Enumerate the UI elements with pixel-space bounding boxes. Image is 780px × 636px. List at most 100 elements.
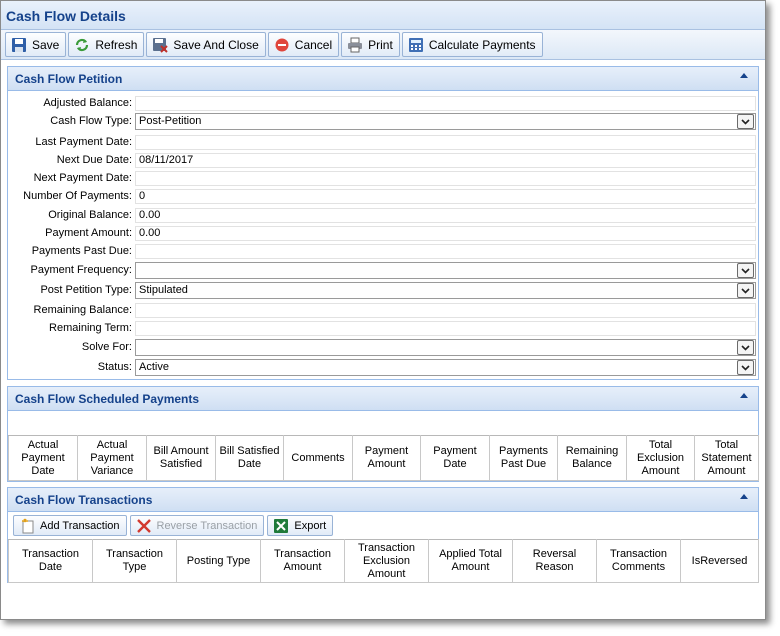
transactions-grid: Transaction Date Transaction Type Postin… [8, 539, 759, 583]
column-header[interactable]: Transaction Amount [260, 539, 345, 583]
column-header[interactable]: Payment Amount [352, 435, 421, 481]
reverse-transaction-button[interactable]: Reverse Transaction [129, 515, 265, 536]
payments-past-due-row: Payments Past Due: [8, 244, 758, 260]
scheduled-panel-header[interactable]: Cash Flow Scheduled Payments [8, 387, 758, 411]
remaining-term-row: Remaining Term: [8, 321, 758, 337]
number-of-payments-label: Number Of Payments: [23, 190, 132, 202]
scheduled-payments-grid: Actual Payment Date Actual Payment Varia… [8, 435, 759, 481]
column-header[interactable]: Actual Payment Date [8, 435, 78, 481]
next-payment-date-row: Next Payment Date: [8, 171, 758, 187]
save-icon [11, 37, 27, 53]
cash-flow-type-select[interactable]: Post-Petition [135, 113, 756, 130]
refresh-button[interactable]: Refresh [68, 32, 145, 57]
printer-icon [347, 37, 363, 53]
save-and-close-label: Save And Close [173, 37, 259, 52]
column-header[interactable]: Remaining Balance [557, 435, 627, 481]
payments-past-due-label: Payments Past Due: [31, 245, 132, 257]
column-header[interactable]: Payment Date [420, 435, 490, 481]
solve-for-label: Solve For: [81, 341, 132, 353]
status-value: Active [139, 361, 169, 373]
payment-amount-row: Payment Amount: 0.00 [8, 226, 758, 242]
chevron-down-icon[interactable] [737, 340, 754, 355]
chevron-down-icon[interactable] [737, 114, 754, 129]
remaining-balance-label: Remaining Balance: [33, 304, 132, 316]
next-payment-date-label: Next Payment Date: [33, 172, 132, 184]
cash-flow-details-window: Cash Flow Details Save Refresh Save And … [0, 0, 766, 620]
original-balance-row: Original Balance: 0.00 [8, 208, 758, 224]
export-button[interactable]: Export [267, 515, 334, 536]
payments-past-due-field[interactable] [135, 244, 756, 259]
adjusted-balance-field[interactable] [135, 96, 756, 111]
chevron-down-icon[interactable] [737, 360, 754, 375]
reverse-transaction-label: Reverse Transaction [156, 519, 258, 532]
petition-panel-title: Cash Flow Petition [15, 72, 123, 86]
next-due-date-label: Next Due Date: [56, 154, 132, 166]
column-header[interactable]: Total Exclusion Amount [626, 435, 695, 481]
chevron-down-icon[interactable] [737, 263, 754, 278]
solve-for-row: Solve For: [8, 339, 758, 356]
refresh-icon [74, 37, 90, 53]
number-of-payments-row: Number Of Payments: 0 [8, 189, 758, 205]
calculator-icon [408, 37, 424, 53]
print-button[interactable]: Print [341, 32, 400, 57]
column-header[interactable]: Bill Amount Satisfied [146, 435, 216, 481]
payment-frequency-label: Payment Frequency: [30, 264, 133, 276]
add-transaction-icon [19, 518, 35, 534]
next-due-date-field[interactable]: 08/11/2017 [135, 153, 756, 168]
collapse-icon[interactable] [740, 393, 748, 398]
column-header[interactable]: Transaction Comments [596, 539, 681, 583]
status-row: Status: Active [8, 359, 758, 376]
column-header[interactable]: Payments Past Due [489, 435, 558, 481]
status-select[interactable]: Active [135, 359, 756, 376]
petition-panel-header[interactable]: Cash Flow Petition [8, 67, 758, 91]
post-petition-type-row: Post Petition Type: Stipulated [8, 282, 758, 299]
collapse-icon[interactable] [740, 73, 748, 78]
last-payment-date-label: Last Payment Date: [35, 136, 132, 148]
column-header[interactable]: Transaction Exclusion Amount [344, 539, 429, 583]
calculate-payments-button[interactable]: Calculate Payments [401, 32, 543, 57]
column-header[interactable]: Transaction Date [8, 539, 93, 583]
solve-for-select[interactable] [135, 339, 756, 356]
print-label: Print [368, 37, 393, 52]
cash-flow-type-row: Cash Flow Type: Post-Petition [8, 113, 758, 130]
payment-amount-label: Payment Amount: [45, 227, 132, 239]
add-transaction-button[interactable]: Add Transaction [13, 515, 127, 536]
scheduled-header-row: Actual Payment Date Actual Payment Varia… [8, 435, 759, 481]
save-close-icon [152, 37, 169, 53]
cash-flow-type-value: Post-Petition [139, 115, 202, 127]
chevron-down-icon[interactable] [737, 283, 754, 298]
cancel-label: Cancel [294, 37, 333, 52]
cash-flow-transactions-panel: Cash Flow Transactions Add Transaction R… [7, 487, 759, 583]
window-title: Cash Flow Details [1, 1, 765, 30]
column-header[interactable]: Reversal Reason [512, 539, 597, 583]
column-header[interactable]: IsReversed [680, 539, 759, 583]
column-header[interactable]: Posting Type [176, 539, 261, 583]
column-header[interactable]: Transaction Type [92, 539, 177, 583]
column-header[interactable]: Actual Payment Variance [77, 435, 147, 481]
column-header[interactable]: Comments [283, 435, 353, 481]
save-label: Save [32, 37, 60, 52]
remaining-balance-row: Remaining Balance: [8, 303, 758, 319]
last-payment-date-field[interactable] [135, 135, 756, 150]
column-header[interactable]: Total Statement Amount [694, 435, 759, 481]
post-petition-type-label: Post Petition Type: [40, 284, 132, 296]
cancel-button[interactable]: Cancel [267, 32, 340, 57]
save-button[interactable]: Save [5, 32, 67, 57]
payment-amount-field[interactable]: 0.00 [135, 226, 756, 241]
transactions-panel-title: Cash Flow Transactions [15, 493, 153, 507]
column-header[interactable]: Applied Total Amount [428, 539, 513, 583]
transactions-panel-header[interactable]: Cash Flow Transactions [8, 488, 758, 512]
post-petition-type-select[interactable]: Stipulated [135, 282, 756, 299]
remaining-term-field[interactable] [135, 321, 756, 336]
remaining-balance-field[interactable] [135, 303, 756, 318]
next-payment-date-field[interactable] [135, 171, 756, 186]
adjusted-balance-row: Adjusted Balance: [8, 96, 758, 112]
adjusted-balance-label: Adjusted Balance: [43, 97, 132, 109]
payment-frequency-select[interactable] [135, 262, 756, 279]
original-balance-field[interactable]: 0.00 [135, 208, 756, 223]
number-of-payments-field[interactable]: 0 [135, 189, 756, 204]
column-header[interactable]: Bill Satisfied Date [215, 435, 284, 481]
collapse-icon[interactable] [740, 494, 748, 499]
save-and-close-button[interactable]: Save And Close [146, 32, 266, 57]
add-transaction-label: Add Transaction [40, 519, 120, 532]
